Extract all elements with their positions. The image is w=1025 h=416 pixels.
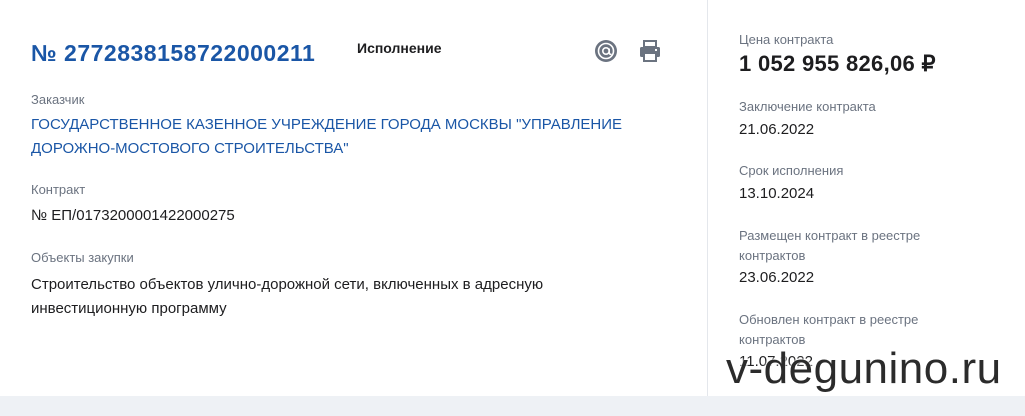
placed-label: Размещен контракт в реестре контрактов: [739, 226, 989, 266]
customer-name-link[interactable]: ГОСУДАРСТВЕННОЕ КАЗЕННОЕ УЧРЕЖДЕНИЕ ГОРО…: [31, 113, 671, 161]
objects-line2: инвестиционную программу: [31, 300, 227, 317]
at-sign-icon[interactable]: [593, 38, 619, 64]
registry-number-link[interactable]: № 2772838158722000211: [31, 40, 315, 67]
placed-date: 23.06.2022: [739, 269, 815, 286]
deadline-date: 13.10.2024: [739, 185, 815, 202]
contract-card: № 2772838158722000211 Исполнение Заказчи…: [0, 0, 1025, 396]
objects-line1: Строительство объектов улично-дорожной с…: [31, 276, 544, 293]
contract-side-panel: Цена контракта 1 052 955 826,06 ₽ Заключ…: [708, 0, 1025, 396]
objects-description: Строительство объектов улично-дорожной с…: [31, 273, 671, 321]
customer-name-line1: ГОСУДАРСТВЕННОЕ КАЗЕННОЕ УЧРЕЖДЕНИЕ ГОРО…: [31, 116, 623, 133]
objects-label: Объекты закупки: [31, 250, 134, 265]
placed-label-line1: Размещен контракт в реестре: [739, 228, 921, 243]
customer-label: Заказчик: [31, 92, 85, 107]
printer-icon[interactable]: [637, 38, 663, 64]
contract-label: Контракт: [31, 182, 86, 197]
price-value: 1 052 955 826,06 ₽: [739, 51, 936, 76]
site-watermark: v-degunino.ru: [726, 344, 1002, 393]
conclusion-label: Заключение контракта: [739, 99, 876, 114]
customer-name-line2: ДОРОЖНО-МОСТОВОГО СТРОИТЕЛЬСТВА": [31, 140, 349, 157]
conclusion-date: 21.06.2022: [739, 121, 815, 138]
status-badge: Исполнение: [357, 40, 442, 56]
contract-number: № ЕП/0173200001422000275: [31, 207, 235, 224]
price-label: Цена контракта: [739, 32, 834, 47]
contract-main-panel: № 2772838158722000211 Исполнение Заказчи…: [0, 0, 708, 396]
placed-label-line2: контрактов: [739, 248, 806, 263]
updated-label-line1: Обновлен контракт в реестре: [739, 312, 919, 327]
deadline-label: Срок исполнения: [739, 163, 844, 178]
